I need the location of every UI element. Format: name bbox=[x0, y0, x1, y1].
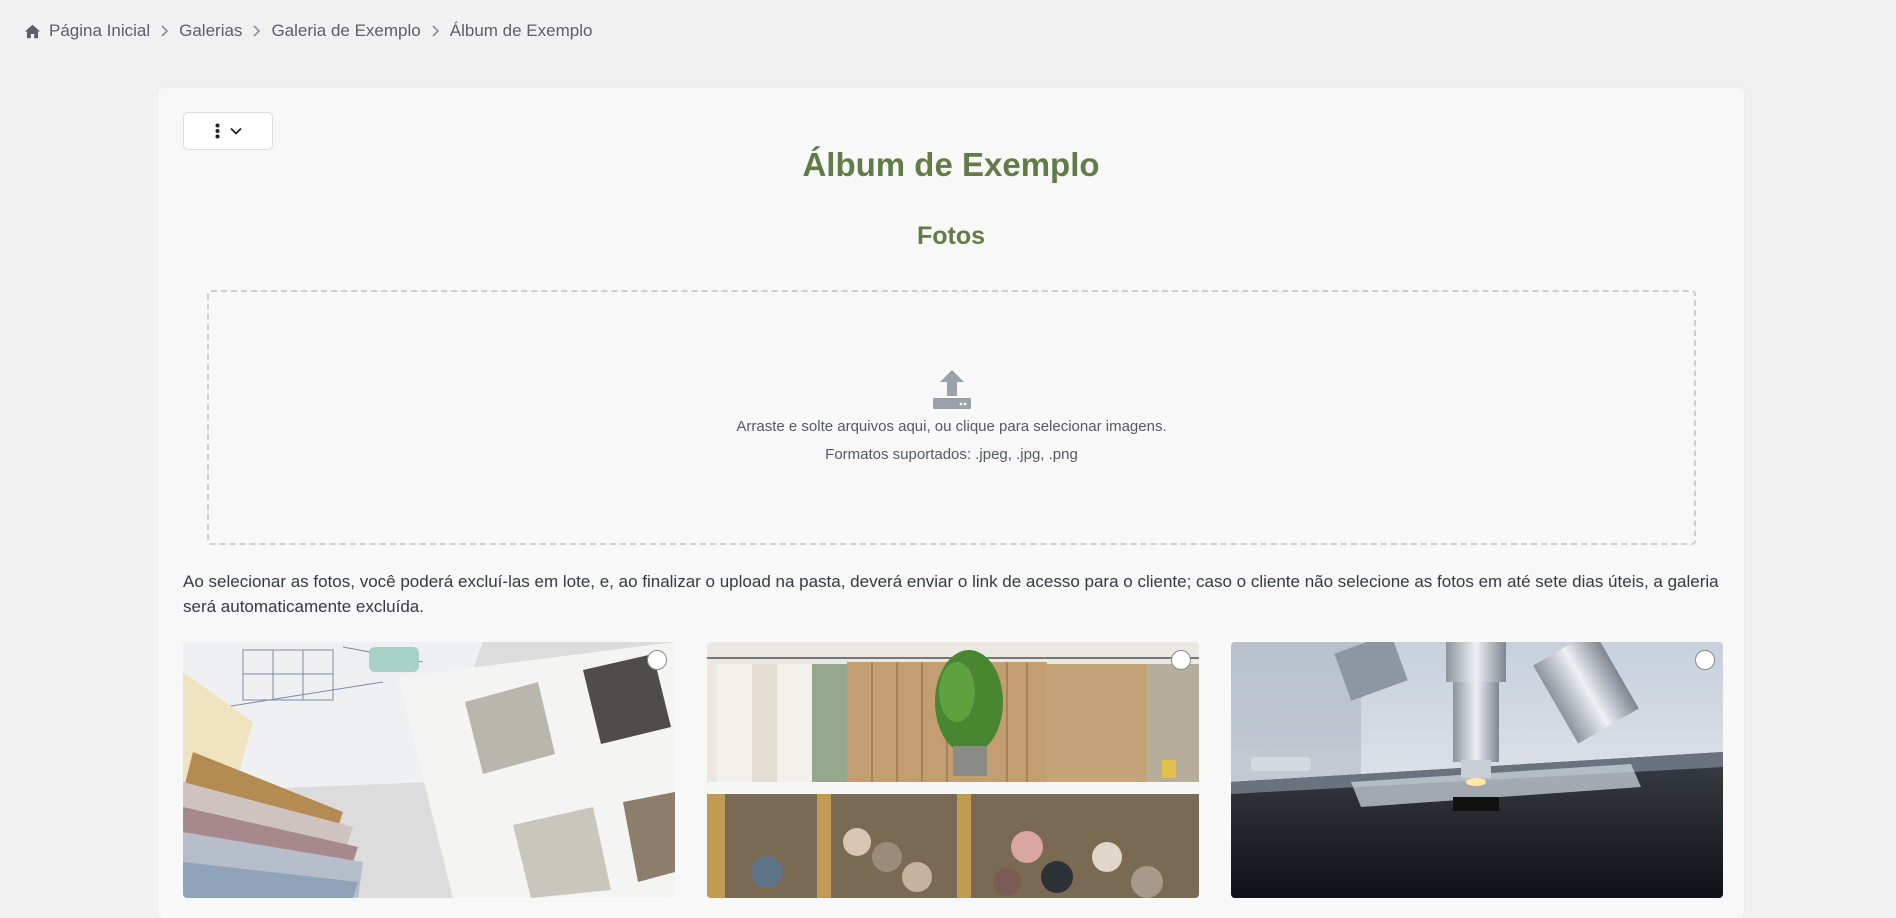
breadcrumb-gallery[interactable]: Galeria de Exemplo bbox=[271, 21, 420, 41]
chevron-right-icon bbox=[253, 25, 261, 37]
breadcrumb: Página Inicial Galerias Galeria de Exemp… bbox=[24, 19, 592, 43]
photo-swatches-image bbox=[183, 642, 675, 898]
photo-grid bbox=[183, 642, 1723, 902]
photo-card[interactable] bbox=[1231, 642, 1723, 898]
options-menu-button[interactable] bbox=[183, 112, 273, 150]
upload-formats: Formatos suportados: .jpeg, .jpg, .png bbox=[825, 446, 1078, 463]
album-card: Álbum de Exemplo Fotos Arraste e solte a… bbox=[158, 88, 1744, 918]
upload-dropzone[interactable]: Arraste e solte arquivos aqui, ou clique… bbox=[207, 290, 1696, 545]
upload-instruction: Arraste e solte arquivos aqui, ou clique… bbox=[736, 418, 1167, 435]
chevron-right-icon bbox=[432, 25, 439, 37]
breadcrumb-galleries[interactable]: Galerias bbox=[179, 21, 242, 41]
photo-card[interactable] bbox=[707, 642, 1199, 898]
more-vertical-icon bbox=[215, 123, 219, 139]
home-icon bbox=[24, 24, 41, 38]
chevron-down-icon bbox=[229, 127, 242, 135]
photo-workshop-image bbox=[707, 642, 1199, 898]
breadcrumb-home[interactable]: Página Inicial bbox=[24, 21, 150, 41]
page-title: Álbum de Exemplo bbox=[802, 146, 1100, 183]
photo-microscope-image bbox=[1231, 642, 1723, 898]
photo-select-checkbox[interactable] bbox=[1171, 650, 1191, 670]
photo-card[interactable] bbox=[183, 642, 675, 898]
photo-select-checkbox[interactable] bbox=[647, 650, 667, 670]
chevron-right-icon bbox=[161, 25, 169, 37]
section-title: Fotos bbox=[916, 222, 986, 250]
selection-notice: Ao selecionar as fotos, você poderá excl… bbox=[183, 572, 1719, 616]
photo-select-checkbox[interactable] bbox=[1695, 650, 1715, 670]
upload-icon bbox=[933, 370, 971, 409]
breadcrumb-album: Álbum de Exemplo bbox=[449, 21, 593, 40]
breadcrumb-home-label: Página Inicial bbox=[49, 21, 151, 40]
